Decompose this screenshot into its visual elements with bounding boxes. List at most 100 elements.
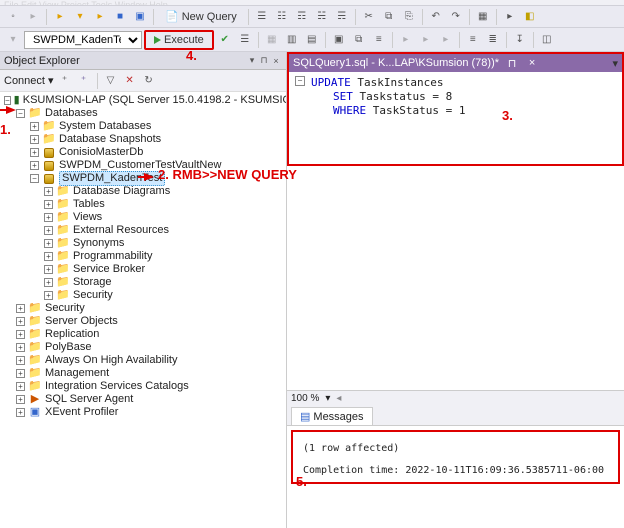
tree-item[interactable]: Replication xyxy=(45,328,99,341)
tree-toggle[interactable]: + xyxy=(44,213,53,222)
tree-item[interactable]: Server Objects xyxy=(45,315,118,328)
refresh-icon[interactable]: ↻ xyxy=(141,73,157,89)
tree-toggle[interactable]: + xyxy=(44,200,53,209)
fold-icon[interactable]: − xyxy=(295,76,305,86)
tree-item[interactable]: Tables xyxy=(73,198,105,211)
save-icon[interactable]: ■ xyxy=(111,8,129,26)
tree-item[interactable]: Views xyxy=(73,211,102,224)
tree-item[interactable]: Management xyxy=(45,367,109,380)
tree-toggle[interactable]: + xyxy=(16,317,25,326)
connect-icon-b[interactable]: ⁺ xyxy=(76,73,92,89)
tb2-icon-d[interactable]: ▥ xyxy=(283,31,301,49)
tree-toggle[interactable]: − xyxy=(4,96,11,105)
tab-overflow-icon[interactable]: ▾ xyxy=(612,57,618,70)
undo-icon[interactable]: ↶ xyxy=(427,8,445,26)
panel-close-icon[interactable]: × xyxy=(270,56,282,66)
tb-icon-c[interactable]: ☶ xyxy=(293,8,311,26)
nav-fwd-icon[interactable]: ▸ xyxy=(24,8,42,26)
tb2-icon-c[interactable]: ▦ xyxy=(263,31,281,49)
database-selector[interactable]: SWPDM_KadenTest xyxy=(24,31,142,49)
zoom-dropdown-icon[interactable]: ▾ xyxy=(325,393,330,404)
tree-toggle[interactable]: + xyxy=(30,135,39,144)
tree-databases[interactable]: Databases xyxy=(45,107,98,120)
tb2-icon-e[interactable]: ▤ xyxy=(303,31,321,49)
tree-item[interactable]: Security xyxy=(45,302,85,315)
tree-toggle[interactable]: + xyxy=(30,122,39,131)
tb2-icon-a[interactable]: ▾ xyxy=(4,31,22,49)
panel-pin-icon[interactable]: ⊓ xyxy=(258,55,270,66)
tree-item[interactable]: PolyBase xyxy=(45,341,91,354)
tree-sysdbs[interactable]: System Databases xyxy=(59,120,151,133)
tree-item[interactable]: Synonyms xyxy=(73,237,124,250)
tb2-icon-l[interactable]: ≡ xyxy=(464,31,482,49)
tb2-icon-f[interactable]: ▣ xyxy=(330,31,348,49)
sql-tab[interactable]: SQLQuery1.sql - K...LAP\KSumsion (78))* … xyxy=(287,52,624,72)
tree-toggle[interactable]: + xyxy=(44,187,53,196)
nav-back-icon[interactable]: ◦ xyxy=(4,8,22,26)
tree-item[interactable]: Security xyxy=(73,289,113,302)
save-all-icon[interactable]: ▣ xyxy=(131,8,149,26)
tree-toggle[interactable]: + xyxy=(16,395,25,404)
tb2-icon-j[interactable]: ▸ xyxy=(417,31,435,49)
tb2-icon-g[interactable]: ⧉ xyxy=(350,31,368,49)
tb-icon-g[interactable]: ◧ xyxy=(521,8,539,26)
tree-item[interactable]: Database Diagrams xyxy=(73,185,170,198)
connect-label[interactable]: Connect xyxy=(4,75,45,87)
tree-toggle[interactable]: + xyxy=(16,408,25,417)
check-icon[interactable]: ✔ xyxy=(216,31,234,49)
cut-icon[interactable]: ✂ xyxy=(360,8,378,26)
tree-item[interactable]: Service Broker xyxy=(73,263,145,276)
sql-editor[interactable]: − UPDATE TaskInstances SET Taskstatus = … xyxy=(287,72,624,166)
copy-icon[interactable]: ⧉ xyxy=(380,8,398,26)
tree-snapshots[interactable]: Database Snapshots xyxy=(59,133,161,146)
messages-tab[interactable]: ▤ Messages xyxy=(291,407,373,425)
tree-toggle[interactable]: + xyxy=(44,252,53,261)
tb-icon-d[interactable]: ☵ xyxy=(313,8,331,26)
pin-icon[interactable]: ⊓ xyxy=(505,57,519,70)
tb-icon-f[interactable]: ▸ xyxy=(501,8,519,26)
tree-toggle[interactable]: + xyxy=(44,265,53,274)
tb2-icon-m[interactable]: ≣ xyxy=(484,31,502,49)
tree-toggle[interactable]: + xyxy=(16,304,25,313)
tree-toggle[interactable]: + xyxy=(16,343,25,352)
zoom-value[interactable]: 100 % xyxy=(291,393,319,404)
redo-icon[interactable]: ↷ xyxy=(447,8,465,26)
tree-item[interactable]: SQL Server Agent xyxy=(45,393,133,406)
tb2-icon-o[interactable]: ◫ xyxy=(538,31,556,49)
tb-icon-e[interactable]: ☴ xyxy=(333,8,351,26)
tb2-icon-k[interactable]: ▸ xyxy=(437,31,455,49)
zoom-scroll-icon[interactable]: ◂ xyxy=(336,393,341,404)
panel-dropdown-icon[interactable]: ▾ xyxy=(246,55,258,66)
tb2-icon-h[interactable]: ≡ xyxy=(370,31,388,49)
tree-item[interactable]: Always On High Availability xyxy=(45,354,177,367)
open-folder-icon[interactable]: ▸ xyxy=(91,8,109,26)
tree-toggle[interactable]: + xyxy=(16,369,25,378)
tree-item[interactable]: Programmability xyxy=(73,250,152,263)
new-query-button[interactable]: 📄 New Query xyxy=(158,7,244,26)
tb2-icon-b[interactable]: ☰ xyxy=(236,31,254,49)
tree-toggle[interactable]: − xyxy=(30,174,39,183)
object-explorer-tree[interactable]: − ▮ KSUMSION-LAP (SQL Server 15.0.4198.2… xyxy=(0,92,286,528)
tree-item[interactable]: Storage xyxy=(73,276,112,289)
tree-toggle[interactable]: + xyxy=(44,278,53,287)
tree-item[interactable]: Integration Services Catalogs xyxy=(45,380,189,393)
tree-item[interactable]: External Resources xyxy=(73,224,169,237)
tree-toggle[interactable]: + xyxy=(44,291,53,300)
tb-icon-a[interactable]: ☰ xyxy=(253,8,271,26)
filter-icon[interactable]: ▽ xyxy=(103,73,119,89)
tab-close-icon[interactable]: × xyxy=(525,57,539,69)
tree-server[interactable]: KSUMSION-LAP (SQL Server 15.0.4198.2 - K… xyxy=(23,94,286,107)
tb-icon-b[interactable]: ☷ xyxy=(273,8,291,26)
tree-conisio[interactable]: ConisioMasterDb xyxy=(59,146,143,159)
tree-toggle[interactable]: + xyxy=(16,330,25,339)
tb2-icon-i[interactable]: ▸ xyxy=(397,31,415,49)
stop-icon[interactable]: ✕ xyxy=(122,73,138,89)
tb2-icon-n[interactable]: ↧ xyxy=(511,31,529,49)
paste-icon[interactable]: ⎘ xyxy=(400,8,418,26)
tree-toggle[interactable]: + xyxy=(16,382,25,391)
tree-toggle[interactable]: + xyxy=(30,161,39,170)
grid-icon[interactable]: ▦ xyxy=(474,8,492,26)
tree-kaden[interactable]: SWPDM_KadenTest xyxy=(59,171,165,186)
tree-item[interactable]: XEvent Profiler xyxy=(45,406,118,419)
new-file-icon[interactable]: ▸ xyxy=(51,8,69,26)
